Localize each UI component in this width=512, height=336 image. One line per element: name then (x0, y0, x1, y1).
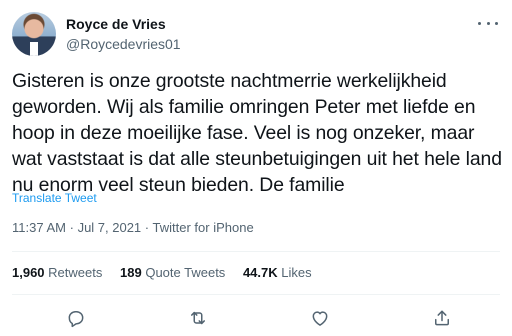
author-names: Royce de Vries @Roycedevries01 (66, 15, 181, 53)
likes-stat[interactable]: 44.7K Likes (243, 265, 312, 280)
tweet-text: Gisteren is onze grootste nachtmerrie we… (12, 70, 502, 196)
quotes-count: 189 (120, 265, 142, 280)
avatar[interactable] (12, 12, 56, 56)
quote-tweets-stat[interactable]: 189 Quote Tweets (120, 265, 225, 280)
tweet-source[interactable]: Twitter for iPhone (153, 220, 254, 235)
share-icon[interactable] (432, 308, 452, 328)
retweets-label: Retweets (48, 265, 103, 280)
quotes-label: Quote Tweets (145, 265, 226, 280)
tweet-time[interactable]: 11:37 AM (12, 220, 66, 235)
tweet-stats: 1,960 Retweets 189 Quote Tweets 44.7K Li… (12, 265, 326, 280)
tweet-meta: 11:37 AM · Jul 7, 2021 · Twitter for iPh… (12, 220, 254, 235)
divider (12, 294, 500, 295)
meta-separator: · (144, 220, 150, 235)
more-dot (478, 21, 481, 25)
meta-separator: · (69, 220, 74, 235)
retweet-icon[interactable] (188, 308, 208, 328)
tweet: Royce de Vries @Roycedevries01 Gisteren … (0, 0, 512, 336)
retweets-stat[interactable]: 1,960 Retweets (12, 265, 102, 280)
more-dot (486, 21, 490, 25)
tweet-header: Royce de Vries @Roycedevries01 (12, 12, 500, 56)
retweets-count: 1,960 (12, 265, 45, 280)
divider (12, 251, 500, 252)
more-dot (495, 21, 498, 25)
translate-tweet-link[interactable]: Translate Tweet (12, 191, 97, 205)
likes-label: Likes (281, 265, 312, 280)
more-horizontal-icon[interactable] (478, 16, 498, 30)
tweet-date[interactable]: Jul 7, 2021 (78, 220, 142, 235)
reply-icon[interactable] (66, 308, 86, 328)
avatar-shirt (30, 42, 38, 56)
likes-count: 44.7K (242, 265, 278, 280)
heart-icon[interactable] (310, 308, 330, 328)
tweet-actions (0, 304, 512, 332)
user-handle[interactable]: @Roycedevries01 (66, 35, 181, 53)
display-name[interactable]: Royce de Vries (66, 15, 181, 33)
